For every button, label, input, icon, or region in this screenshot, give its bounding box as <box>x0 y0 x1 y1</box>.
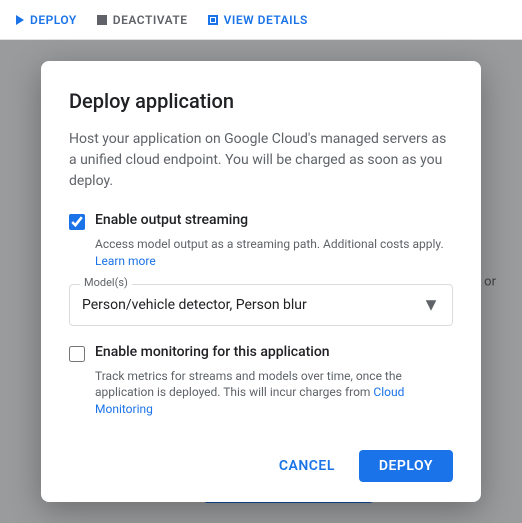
deploy-icon <box>16 15 24 25</box>
learn-more-link[interactable]: Learn more <box>95 254 156 268</box>
model-select-wrapper: Model(s) Person/vehicle detector, Person… <box>69 284 453 326</box>
dialog-title: Deploy application <box>69 89 453 113</box>
streaming-checkbox-row: Enable output streaming <box>69 212 453 230</box>
streaming-sublabel-text: Access model output as a streaming path.… <box>95 237 444 251</box>
toolbar-view-details[interactable]: VIEW DETAILS <box>208 13 308 27</box>
dialog-description: Host your application on Google Cloud's … <box>69 129 453 192</box>
toolbar-deploy[interactable]: DEPLOY <box>16 13 77 27</box>
deploy-button[interactable]: DEPLOY <box>359 450 453 482</box>
toolbar: DEPLOY DEACTIVATE VIEW DETAILS <box>0 0 522 40</box>
monitoring-checkbox-label: Enable monitoring for this application <box>95 344 330 360</box>
toolbar-deploy-label: DEPLOY <box>30 13 77 27</box>
streaming-sublabel: Access model output as a streaming path.… <box>95 236 453 270</box>
dialog-overlay: Deploy application Host your application… <box>0 40 522 523</box>
dialog-footer: CANCEL DEPLOY <box>69 438 453 482</box>
model-select[interactable]: Person/vehicle detector, Person blurPers… <box>70 285 452 325</box>
monitoring-sublabel-text: Track metrics for streams and models ove… <box>95 369 402 400</box>
model-select-fieldset-label: Model(s) <box>80 276 132 289</box>
monitoring-checkbox-row: Enable monitoring for this application <box>69 344 453 362</box>
monitoring-checkbox[interactable] <box>69 346 85 362</box>
streaming-checkbox[interactable] <box>69 214 85 230</box>
toolbar-deactivate-label: DEACTIVATE <box>113 13 188 27</box>
toolbar-view-details-label: VIEW DETAILS <box>224 13 308 27</box>
cancel-button[interactable]: CANCEL <box>263 450 351 482</box>
monitoring-sublabel: Track metrics for streams and models ove… <box>95 368 453 418</box>
toolbar-deactivate[interactable]: DEACTIVATE <box>97 13 188 27</box>
viewdetails-icon <box>208 15 218 25</box>
streaming-checkbox-label: Enable output streaming <box>95 212 248 228</box>
deactivate-icon <box>97 15 107 25</box>
deploy-dialog: Deploy application Host your application… <box>41 61 481 502</box>
